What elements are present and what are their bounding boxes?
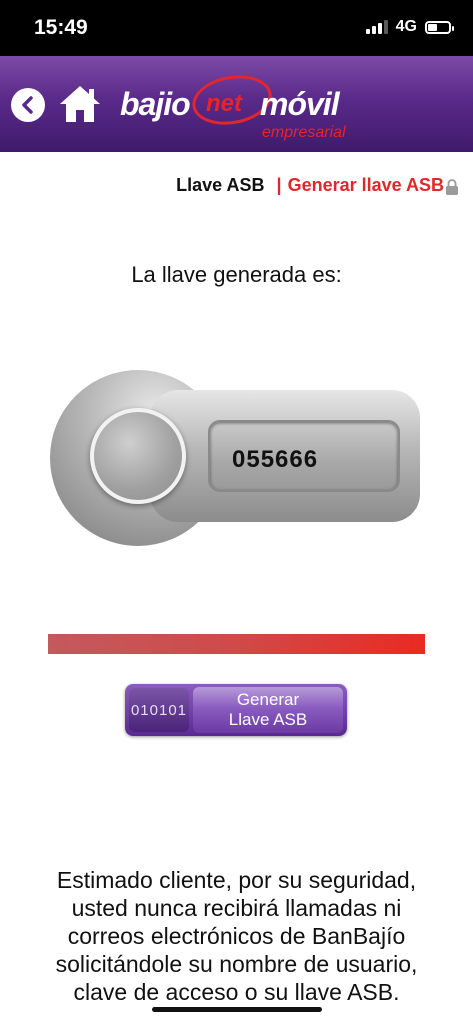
lock-icon bbox=[446, 179, 458, 195]
home-button[interactable] bbox=[58, 84, 102, 124]
network-type: 4G bbox=[395, 18, 417, 35]
fob-button bbox=[90, 408, 186, 504]
tab-bar: Llave ASB | Generar llave ASB bbox=[176, 174, 459, 196]
app-header: bajio net móvil empresarial bbox=[0, 56, 473, 152]
notice-line: usted nunca recibirá llamadas ni bbox=[71, 895, 402, 921]
notice-line: Estimado cliente, por su seguridad, bbox=[56, 867, 417, 893]
generate-key-button[interactable]: 010101 Generar Llave ASB bbox=[125, 684, 347, 736]
notice-line: solicitándole su nombre de usuario, bbox=[55, 951, 418, 977]
bajionet-logo: bajio net móvil empresarial bbox=[120, 69, 360, 146]
tab-generar-llave[interactable]: Generar llave ASB bbox=[288, 175, 444, 196]
status-icons: 4G bbox=[365, 18, 454, 36]
notice-line: correos electrónicos de BanBajío bbox=[67, 923, 406, 949]
home-indicator[interactable] bbox=[152, 1007, 322, 1012]
logo-bajio-text: bajio bbox=[120, 86, 191, 122]
status-time: 15:49 bbox=[34, 16, 88, 39]
logo-empresarial-text: empresarial bbox=[262, 124, 346, 141]
generate-label-line1: Generar bbox=[236, 690, 300, 709]
home-icon bbox=[60, 86, 100, 122]
notice-line: clave de acceso o su llave ASB. bbox=[73, 979, 400, 1005]
generated-key-title: La llave generada es: bbox=[131, 262, 342, 287]
tab-llave-asb[interactable]: Llave ASB bbox=[176, 175, 264, 196]
binary-icon: 010101 bbox=[129, 688, 189, 732]
generated-code: 055666 bbox=[232, 446, 319, 473]
generate-label-line2: Llave ASB bbox=[228, 710, 308, 729]
back-button[interactable] bbox=[11, 88, 45, 122]
fob-screen: 055666 bbox=[208, 420, 400, 492]
progress-bar bbox=[48, 634, 425, 654]
key-fob: 055666 bbox=[50, 370, 420, 546]
generate-button-label: Generar Llave ASB bbox=[193, 687, 343, 733]
logo-movil-text: móvil bbox=[260, 86, 340, 122]
logo-net-text: net bbox=[206, 90, 242, 117]
status-bar: 15:49 4G bbox=[0, 0, 473, 56]
battery-icon bbox=[425, 20, 454, 34]
back-icon bbox=[22, 96, 33, 114]
security-notice: Estimado cliente, por su seguridad, uste… bbox=[20, 866, 453, 1006]
signal-icon bbox=[365, 20, 388, 34]
tab-separator: | bbox=[276, 174, 282, 195]
